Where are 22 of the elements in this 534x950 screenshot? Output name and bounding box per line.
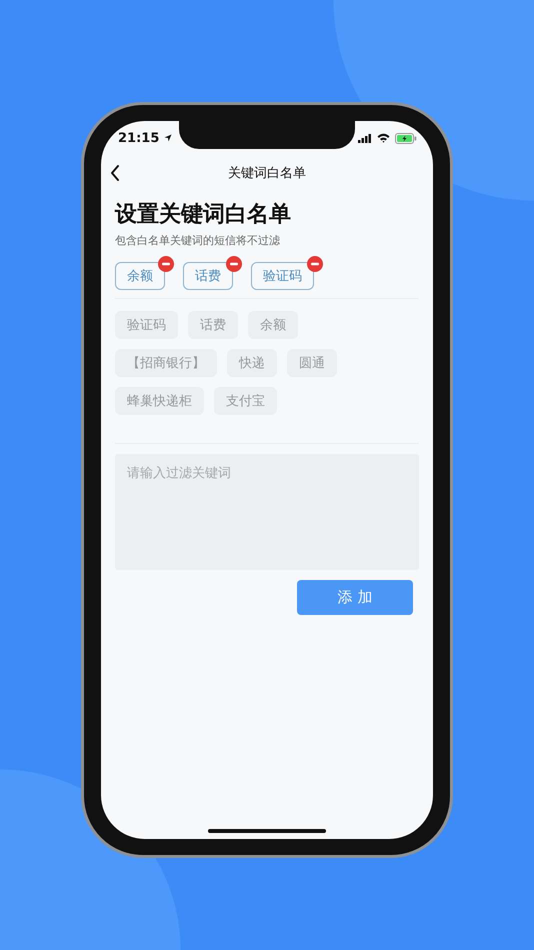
subtitle: 包含白名单关键词的短信将不过滤 — [115, 233, 281, 248]
keyword-input[interactable]: 请输入过滤关键词 — [115, 454, 419, 570]
add-button[interactable]: 添 加 — [297, 580, 413, 615]
page-title: 关键词白名单 — [228, 165, 306, 182]
suggested-keyword[interactable]: 验证码 — [115, 311, 178, 339]
heading: 设置关键词白名单 — [115, 201, 292, 229]
back-icon[interactable] — [109, 164, 121, 182]
suggested-keyword[interactable]: 支付宝 — [214, 387, 277, 415]
suggested-keyword[interactable]: 话费 — [188, 311, 238, 339]
remove-icon[interactable] — [158, 256, 174, 272]
signal-icon — [358, 134, 372, 142]
suggested-keyword[interactable]: 余额 — [248, 311, 298, 339]
location-arrow-icon — [164, 134, 172, 142]
suggested-keyword[interactable]: 快递 — [227, 349, 277, 377]
remove-icon[interactable] — [307, 256, 323, 272]
wifi-icon — [377, 133, 390, 143]
status-time: 21:15 — [118, 130, 160, 146]
suggested-keyword[interactable]: 圆通 — [287, 349, 337, 377]
remove-icon[interactable] — [226, 256, 242, 272]
suggested-keyword[interactable]: 蜂巢快递柜 — [115, 387, 204, 415]
suggested-keyword[interactable]: 【招商银行】 — [115, 349, 217, 377]
battery-icon — [395, 132, 417, 144]
